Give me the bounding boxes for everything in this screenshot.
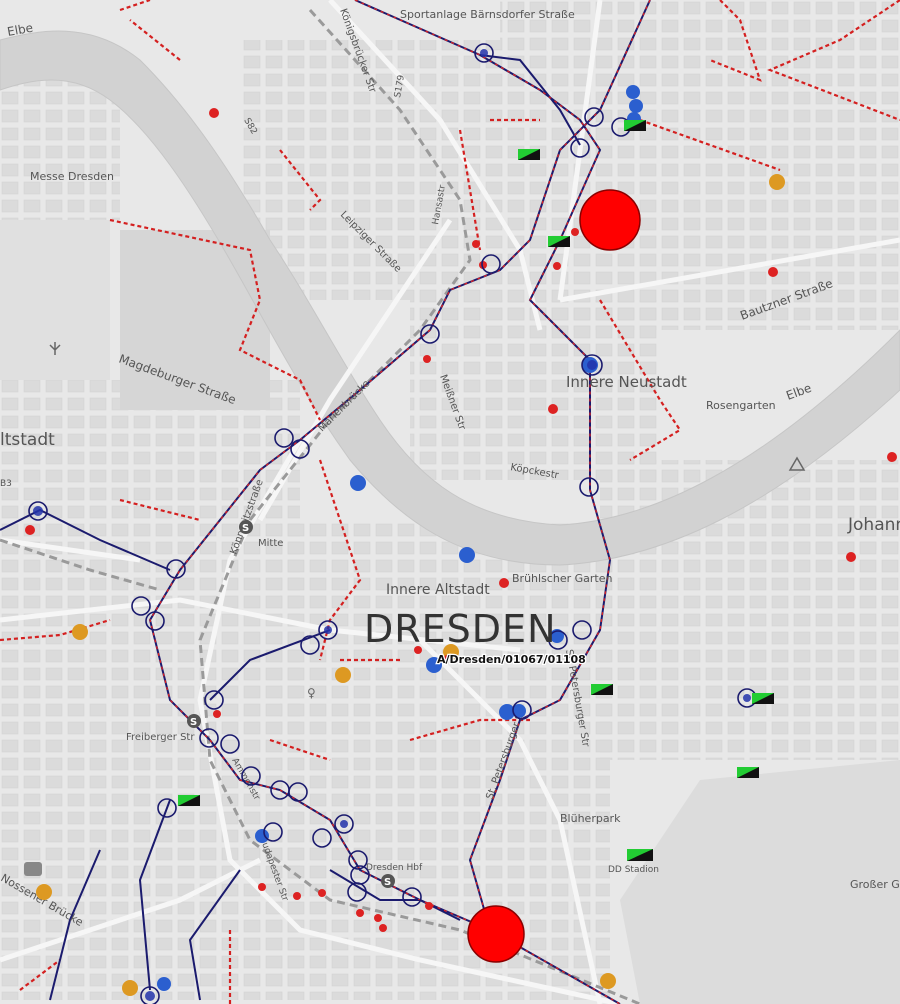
large-red-marker-2 bbox=[467, 905, 525, 963]
flag-marker-2 bbox=[548, 236, 570, 247]
flag-marker-3 bbox=[624, 120, 646, 131]
label-blueherpark: Blüherpark bbox=[560, 812, 621, 825]
flag-marker-4 bbox=[591, 684, 613, 695]
label-dresden-hbf: Dresden Hbf bbox=[366, 863, 423, 873]
flag-marker-7 bbox=[627, 849, 653, 861]
map-view[interactable]: Elbe Sportanlage Bärnsdorfer Straße Köni… bbox=[0, 0, 900, 1004]
label-altstadt-w: ltstadt bbox=[0, 430, 55, 450]
label-sportanlage: Sportanlage Bärnsdorfer Straße bbox=[400, 8, 575, 21]
city-label: DRESDEN bbox=[364, 607, 557, 651]
flag-marker-5 bbox=[752, 693, 774, 704]
label-johann: Johann bbox=[847, 515, 900, 535]
label-bruhlscher: Brühlscher Garten bbox=[512, 572, 612, 585]
label-innere-altstadt: Innere Altstadt bbox=[386, 582, 490, 598]
flag-marker-8 bbox=[178, 795, 200, 806]
svg-text:S: S bbox=[242, 523, 249, 534]
venus-icon: ♀ bbox=[307, 686, 316, 700]
label-b3: B3 bbox=[0, 479, 12, 489]
postcode-annotation: A/Dresden/01067/01108 bbox=[437, 653, 586, 666]
large-red-marker-1 bbox=[579, 189, 641, 251]
label-innere-neustadt: Innere Neustadt bbox=[566, 373, 687, 391]
label-messe: Messe Dresden bbox=[30, 170, 114, 183]
flag-marker-1 bbox=[518, 149, 540, 160]
label-mitte: Mitte bbox=[258, 538, 283, 549]
svg-text:S: S bbox=[190, 717, 197, 728]
flag-marker-6 bbox=[737, 767, 759, 778]
label-dd-stadion: DD Stadion bbox=[608, 865, 659, 875]
svg-text:S: S bbox=[384, 877, 391, 888]
exit-badge-icon bbox=[24, 862, 42, 876]
map-canvas[interactable]: Elbe Sportanlage Bärnsdorfer Straße Köni… bbox=[0, 0, 900, 1004]
label-rosengarten: Rosengarten bbox=[706, 399, 776, 412]
label-freiberger: Freiberger Str bbox=[126, 732, 195, 743]
label-grosser-garten: Großer Ga bbox=[850, 878, 900, 891]
